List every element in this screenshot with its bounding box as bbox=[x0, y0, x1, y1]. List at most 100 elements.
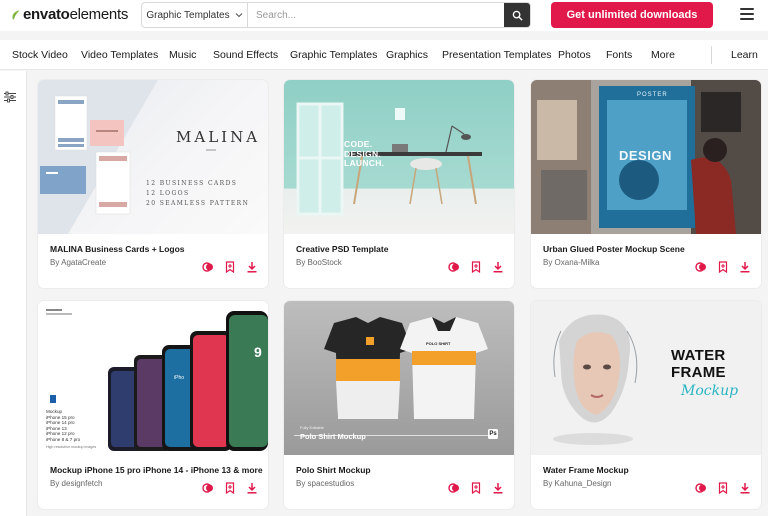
thumb-line: 20 SEAMLESS PATTERN bbox=[146, 200, 250, 207]
filter-sidebar bbox=[0, 71, 27, 516]
item-title[interactable]: Polo Shirt Mockup bbox=[296, 465, 371, 475]
item-card[interactable]: POLO SHIRT Fully Editable Polo Shirt Moc… bbox=[284, 301, 514, 509]
item-actions bbox=[448, 482, 504, 494]
collection-icon[interactable] bbox=[448, 261, 460, 273]
phone-label: iPho bbox=[174, 375, 184, 381]
thumb-slogan: CODE. DESIGN. LAUNCH. bbox=[344, 139, 385, 169]
item-card[interactable]: 9 iPho Mockup iPhone 15 pro iPhone 14 pr… bbox=[38, 301, 268, 509]
thumb-heading: DESIGN bbox=[619, 148, 672, 163]
bookmark-icon[interactable] bbox=[717, 261, 729, 273]
item-title[interactable]: Urban Glued Poster Mockup Scene bbox=[543, 244, 685, 254]
thumb-heading: Polo Shirt Mockup bbox=[300, 432, 366, 441]
item-title[interactable]: Mockup iPhone 15 pro iPhone 14 - iPhone … bbox=[50, 465, 263, 475]
menu-icon[interactable] bbox=[740, 8, 754, 20]
logo-word-envato: envato bbox=[23, 6, 70, 23]
category-select[interactable]: Graphic Templates bbox=[142, 3, 248, 27]
nav-item-learn[interactable]: Learn bbox=[731, 49, 758, 61]
item-actions bbox=[202, 261, 258, 273]
thumb-line: FRAME bbox=[671, 364, 726, 381]
thumb-line: iPhone 8 & 7 pro bbox=[46, 436, 81, 442]
logo-word-elements: elements bbox=[69, 6, 129, 23]
nav-item-video-templates[interactable]: Video Templates bbox=[81, 49, 158, 61]
nav-item-music[interactable]: Music bbox=[169, 49, 196, 61]
filter-icon[interactable] bbox=[4, 91, 16, 103]
collection-icon[interactable] bbox=[448, 482, 460, 494]
envato-leaf-icon bbox=[12, 10, 20, 19]
item-author[interactable]: By Kahuna_Design bbox=[543, 479, 612, 488]
download-icon[interactable] bbox=[492, 482, 504, 494]
business-cards-artwork bbox=[38, 80, 216, 234]
item-author[interactable]: By designfetch bbox=[50, 479, 102, 488]
bookmark-icon[interactable] bbox=[717, 482, 729, 494]
shirt-print-text: POLO SHIRT bbox=[426, 341, 451, 346]
search-button[interactable] bbox=[504, 3, 530, 27]
download-icon[interactable] bbox=[739, 482, 751, 494]
collection-icon[interactable] bbox=[695, 261, 707, 273]
bookmark-icon[interactable] bbox=[224, 482, 236, 494]
nav-item-stock-video[interactable]: Stock Video bbox=[12, 49, 68, 61]
item-author[interactable]: By spacestudios bbox=[296, 479, 354, 488]
nav-item-graphics[interactable]: Graphics bbox=[386, 49, 428, 61]
item-author[interactable]: By Oxana-Milka bbox=[543, 258, 599, 267]
chevron-down-icon bbox=[235, 13, 242, 18]
clock-digit: 9 bbox=[254, 344, 262, 360]
item-actions bbox=[202, 482, 258, 494]
thumb-heading: MALINA bbox=[176, 128, 261, 146]
item-title[interactable]: MALINA Business Cards + Logos bbox=[50, 244, 185, 254]
item-actions bbox=[448, 261, 504, 273]
thumb-sub: POSTER bbox=[637, 92, 668, 98]
item-actions bbox=[695, 261, 751, 273]
item-thumbnail[interactable]: MALINA 12 BUSINESS CARDS 12 LOGOS 20 SEA… bbox=[38, 80, 268, 234]
bookmark-icon[interactable] bbox=[224, 261, 236, 273]
item-card[interactable]: MALINA 12 BUSINESS CARDS 12 LOGOS 20 SEA… bbox=[38, 80, 268, 288]
thumb-small-text: Fully Editable bbox=[300, 425, 325, 430]
item-title[interactable]: Water Frame Mockup bbox=[543, 465, 629, 475]
collection-icon[interactable] bbox=[202, 482, 214, 494]
water-portrait-artwork bbox=[553, 314, 638, 445]
thumb-line: LAUNCH. bbox=[344, 158, 385, 168]
thumb-heading: WATER FRAME bbox=[671, 347, 726, 381]
category-nav: Stock Video Video Templates Music Sound … bbox=[0, 40, 768, 70]
collection-icon[interactable] bbox=[695, 482, 707, 494]
bookmark-icon[interactable] bbox=[470, 261, 482, 273]
download-icon[interactable] bbox=[739, 261, 751, 273]
item-thumbnail[interactable]: 9 iPho Mockup iPhone 15 pro iPhone 14 pr… bbox=[38, 301, 268, 455]
thumb-line: WATER bbox=[671, 347, 726, 364]
photoshop-badge: Ps bbox=[488, 429, 498, 439]
collection-icon[interactable] bbox=[202, 261, 214, 273]
nav-item-photos[interactable]: Photos bbox=[558, 49, 591, 61]
item-author[interactable]: By BooStock bbox=[296, 258, 342, 267]
thumb-line: 12 BUSINESS CARDS bbox=[146, 180, 238, 187]
download-icon[interactable] bbox=[246, 261, 258, 273]
download-icon[interactable] bbox=[246, 482, 258, 494]
search-icon bbox=[512, 10, 523, 21]
item-actions bbox=[695, 482, 751, 494]
item-title[interactable]: Creative PSD Template bbox=[296, 244, 388, 254]
item-card[interactable]: CODE. DESIGN. LAUNCH. Creative PSD Templ… bbox=[284, 80, 514, 288]
nav-item-more[interactable]: More bbox=[651, 49, 675, 61]
item-thumbnail[interactable]: CODE. DESIGN. LAUNCH. bbox=[284, 80, 514, 234]
download-icon[interactable] bbox=[492, 261, 504, 273]
thumb-model-list: Mockup iPhone 15 pro iPhone 14 pro iPhon… bbox=[46, 409, 80, 443]
item-card[interactable]: WATER FRAME Mockup Water Frame Mockup By… bbox=[531, 301, 761, 509]
category-select-value: Graphic Templates bbox=[146, 9, 230, 21]
get-unlimited-downloads-button[interactable]: Get unlimited downloads bbox=[551, 2, 713, 28]
nav-item-fonts[interactable]: Fonts bbox=[606, 49, 632, 61]
envato-elements-logo[interactable]: envato elements bbox=[11, 6, 128, 23]
thumb-feature-list: 12 BUSINESS CARDS 12 LOGOS 20 SEAMLESS P… bbox=[146, 179, 249, 209]
top-bar: envatoelements Graphic Templates Get unl… bbox=[0, 0, 768, 31]
item-thumbnail[interactable]: POSTER DESIGN bbox=[531, 80, 761, 234]
bookmark-icon[interactable] bbox=[470, 482, 482, 494]
search-bar: Graphic Templates bbox=[141, 2, 531, 28]
thumb-line: 12 LOGOS bbox=[146, 190, 190, 197]
nav-divider bbox=[711, 46, 712, 64]
thumb-script: Mockup bbox=[681, 383, 739, 399]
search-input[interactable] bbox=[248, 3, 504, 27]
item-thumbnail[interactable]: POLO SHIRT Fully Editable Polo Shirt Moc… bbox=[284, 301, 514, 455]
item-card[interactable]: POSTER DESIGN Urban Glued Poster Mockup … bbox=[531, 80, 761, 288]
nav-item-graphic-templates[interactable]: Graphic Templates bbox=[290, 49, 377, 61]
nav-item-presentation-templates[interactable]: Presentation Templates bbox=[442, 49, 552, 61]
item-author[interactable]: By AgataCreate bbox=[50, 258, 106, 267]
item-thumbnail[interactable]: WATER FRAME Mockup bbox=[531, 301, 761, 455]
nav-item-sound-effects[interactable]: Sound Effects bbox=[213, 49, 278, 61]
